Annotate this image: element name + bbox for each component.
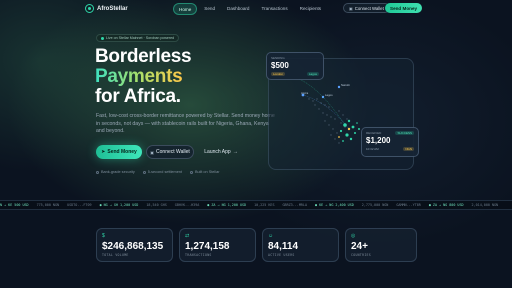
users-icon: ☺ (268, 233, 274, 239)
star-icon (189, 170, 193, 174)
ticker-item: ● ZA → NG 800 USD (428, 203, 464, 207)
ticker-item: ● KE → NG 2,400 USD (315, 203, 354, 207)
send-money-nav-button[interactable]: Send Money (385, 3, 423, 13)
sending-amount: $500 (271, 61, 289, 70)
stat-card-transactions: ⇄ 1,274,158 TRANSACTIONS (179, 228, 256, 262)
ticker-item: ● NG → GH 1,200 USD (99, 203, 139, 207)
stat-label: COUNTRIES (351, 253, 371, 257)
ticker-item: 18,540 GHS (146, 203, 167, 207)
live-dot-icon (101, 36, 104, 40)
stat-value: 24+ (351, 241, 368, 252)
nav-link-recipients[interactable]: Recipients (295, 3, 326, 15)
hero-subtitle: Fast, low-cost cross-border remittance p… (96, 113, 275, 134)
connect-wallet-button[interactable]: ▣ Connect Wallet (343, 3, 390, 13)
dollar-icon: $ (102, 233, 105, 239)
send-money-label: Send Money (107, 149, 137, 155)
sending-card: SENDING $500 London Lagos (266, 52, 324, 80)
ticker-item: GAMMN...YT8R (396, 203, 421, 207)
stat-label: TRANSACTIONS (185, 253, 212, 257)
received-currency: NGN (403, 147, 414, 151)
clock-icon (142, 170, 146, 174)
brand-name: AfroStellar (97, 5, 128, 12)
ticker-item: GBHVK...H39A (174, 203, 200, 207)
received-header: RECEIVED SUCCESS (366, 131, 414, 135)
stat-card-countries: ◎ 24+ COUNTRIES (345, 228, 417, 262)
hero-title-line3: for Africa. (95, 86, 181, 107)
send-money-button[interactable]: ➤ Send Money (96, 145, 142, 159)
nav-link-send[interactable]: Send (199, 3, 220, 15)
stat-value: $246,868,135 (102, 241, 164, 252)
feature-label: 5-second settlement (147, 170, 182, 174)
from-city: London (271, 72, 286, 76)
brand[interactable]: AfroStellar (85, 4, 128, 13)
wallet-icon: ▣ (349, 5, 353, 11)
received-time: 10:32 AM (366, 147, 379, 151)
city-label: Nairobi (341, 83, 350, 87)
stat-value: 84,114 (268, 241, 299, 252)
send-icon: ➤ (101, 149, 106, 155)
launch-app-button[interactable]: Launch App → (201, 145, 241, 159)
nav-links: Home Send Dashboard Transactions Recipie… (173, 3, 326, 15)
city-label: Accra (301, 91, 309, 95)
feature-item: Bank-grade security (96, 170, 135, 174)
received-meta: 10:32 AM NGN (366, 147, 414, 151)
received-card: RECEIVED SUCCESS $1,200 10:32 AM NGN (361, 127, 419, 157)
received-amount: $1,200 (366, 136, 391, 145)
connect-wallet-hero-button[interactable]: ▣ Connect Wallet (146, 145, 194, 159)
connect-wallet-label: Connect Wallet (354, 5, 384, 11)
stat-label: TOTAL VOLUME (102, 253, 129, 257)
globe-icon: ◎ (351, 233, 356, 239)
launch-app-label: Launch App (204, 149, 231, 155)
ticker-item: 10,225 KES (254, 203, 275, 207)
wallet-icon: ▣ (150, 149, 155, 155)
top-nav: AfroStellar Home Send Dashboard Transact… (0, 0, 512, 17)
stat-value: 1,274,158 (185, 241, 230, 252)
ticker-item: 2,775,000 NGN (361, 203, 389, 207)
sending-label: SENDING (271, 56, 285, 60)
stat-card-volume: $ $246,868,135 TOTAL VOLUME (96, 228, 173, 262)
ticker-item: N → KE 500 USD (0, 203, 29, 207)
shield-icon (96, 170, 99, 174)
status-badge: Live on Stellar Mainnet · Soroban powere… (96, 34, 180, 42)
nav-link-transactions[interactable]: Transactions (256, 3, 292, 15)
ticker-item: GBRZ3...MRLA (282, 203, 308, 207)
connect-wallet-hero-label: Connect Wallet (156, 149, 190, 155)
feature-item: 5-second settlement (142, 170, 182, 174)
hero-title-line2: Payments (95, 66, 183, 87)
nav-link-dashboard[interactable]: Dashboard (222, 3, 254, 15)
nav-link-home[interactable]: Home (173, 3, 198, 15)
badge-text: Live on Stellar Mainnet · Soroban powere… (106, 36, 175, 40)
ticker-item: 775,000 NGN (36, 203, 60, 207)
stat-label: ACTIVE USERS (268, 253, 295, 257)
received-label: RECEIVED (366, 131, 382, 135)
logo-icon (85, 4, 94, 13)
ticker-item: 2,014,000 NGN (471, 203, 499, 207)
sending-route: London Lagos (271, 72, 319, 76)
success-badge: SUCCESS (395, 131, 414, 135)
stat-card-users: ☺ 84,114 ACTIVE USERS (262, 228, 339, 262)
arrow-right-icon: → (232, 149, 238, 155)
transaction-ticker: N → KE 500 USD 775,000 NGN USDTO...FT09 … (0, 200, 512, 210)
ticker-item: ● ZA → NG 1,200 USD (207, 203, 247, 207)
to-city: Lagos (306, 72, 319, 76)
feature-label: Built on Stellar (194, 170, 220, 174)
ticker-item: USDTO...FT09 (67, 203, 92, 207)
hero-title-line1: Borderless (95, 46, 192, 67)
feature-list: Bank-grade security 5-second settlement … (96, 170, 219, 174)
arrows-icon: ⇄ (185, 233, 190, 239)
feature-item: Built on Stellar (189, 170, 220, 174)
feature-label: Bank-grade security (101, 170, 135, 174)
city-label: Lagos (325, 93, 333, 97)
